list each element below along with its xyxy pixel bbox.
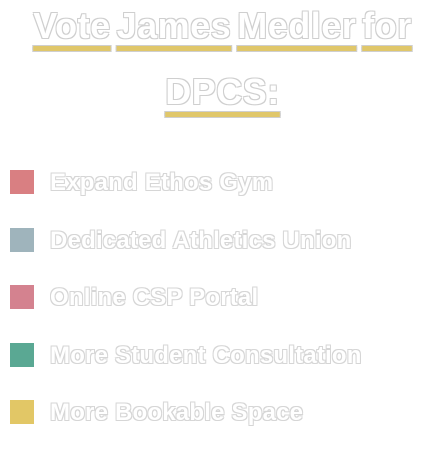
heading-line-2: DPCS: xyxy=(0,74,445,118)
color-swatch xyxy=(10,342,34,367)
list-item: Dedicated Athletics Union xyxy=(10,226,362,284)
heading-line-1: Vote James Medler for xyxy=(0,8,445,52)
list-item-label: More Student Consultation xyxy=(50,341,362,369)
heading-word-vote: Vote xyxy=(33,5,111,46)
color-swatch xyxy=(10,227,34,252)
heading-word-medler: Medler xyxy=(237,5,357,46)
list-item-label: Dedicated Athletics Union xyxy=(50,226,352,254)
list-item-label: More Bookable Space xyxy=(50,399,304,426)
list-item-label: Expand Ethos Gym xyxy=(50,169,274,196)
list-item-label: Online CSP Portal xyxy=(50,284,259,311)
manifesto-list: Expand Ethos Gym Dedicated Athletics Uni… xyxy=(10,168,362,456)
heading-word-dpcs: DPCS: xyxy=(165,71,280,112)
list-item: More Bookable Space xyxy=(10,398,362,456)
color-swatch xyxy=(10,170,34,194)
heading-word-for: for xyxy=(362,5,412,46)
list-item: Online CSP Portal xyxy=(10,283,362,341)
heading-word-james: James xyxy=(116,5,232,46)
list-item: Expand Ethos Gym xyxy=(10,168,362,226)
color-swatch xyxy=(10,285,34,309)
list-item: More Student Consultation xyxy=(10,341,362,399)
color-swatch xyxy=(10,400,34,424)
